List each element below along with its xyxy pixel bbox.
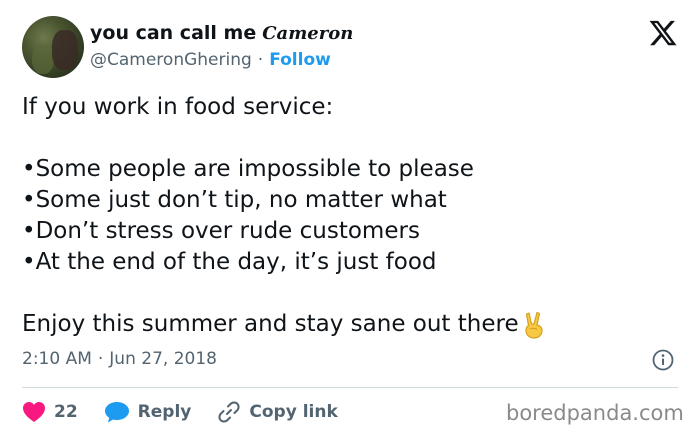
handle-row: @CameronGhering · Follow (90, 50, 331, 70)
info-icon[interactable] (652, 349, 674, 371)
reply-label: Reply (137, 402, 192, 422)
link-icon (218, 401, 240, 423)
tweet-intro: If you work in food service: (22, 94, 334, 120)
timestamp-separator: · (97, 349, 104, 369)
tweet-date[interactable]: Jun 27, 2018 (109, 349, 217, 369)
tweet-bullet: •At the end of the day, it’s just food (22, 249, 437, 275)
author-handle[interactable]: @CameronGhering (90, 50, 252, 70)
like-button[interactable]: 22 (22, 401, 78, 423)
tweet-bullet: •Some just don’t tip, no matter what (22, 187, 447, 213)
reply-button[interactable]: Reply (104, 401, 192, 423)
tweet-timestamp[interactable]: 2:10 AM · Jun 27, 2018 (22, 349, 217, 369)
tweet-time[interactable]: 2:10 AM (22, 349, 92, 369)
tweet-card: you can call me Cameron @CameronGhering … (0, 0, 700, 440)
watermark: boredpanda.com (506, 401, 684, 425)
tweet-closing: Enjoy this summer and stay sane out ther… (22, 311, 519, 337)
copy-link-label: Copy link (249, 402, 338, 422)
copy-link-button[interactable]: Copy link (217, 400, 338, 424)
avatar[interactable] (22, 16, 84, 78)
divider (22, 387, 678, 388)
author-name-row[interactable]: you can call me Cameron (90, 22, 353, 44)
tweet-bullet: •Some people are impossible to please (22, 156, 474, 182)
tweet-bullet: •Don’t stress over rude customers (22, 218, 420, 244)
tweet-text: If you work in food service: •Some peopl… (22, 92, 682, 340)
victory-hand-icon (525, 311, 543, 339)
tweet-closing-line: Enjoy this summer and stay sane out ther… (22, 309, 682, 340)
display-name-script[interactable]: Cameron (262, 23, 353, 44)
x-logo-icon[interactable] (648, 18, 678, 48)
reply-bubble-icon (104, 402, 129, 423)
follow-button[interactable]: Follow (269, 50, 331, 70)
like-count: 22 (54, 402, 78, 422)
heart-icon (23, 402, 45, 422)
action-bar: 22 Reply Copy link (22, 400, 364, 424)
display-name[interactable]: you can call me (90, 22, 256, 44)
handle-separator: · (257, 50, 264, 70)
